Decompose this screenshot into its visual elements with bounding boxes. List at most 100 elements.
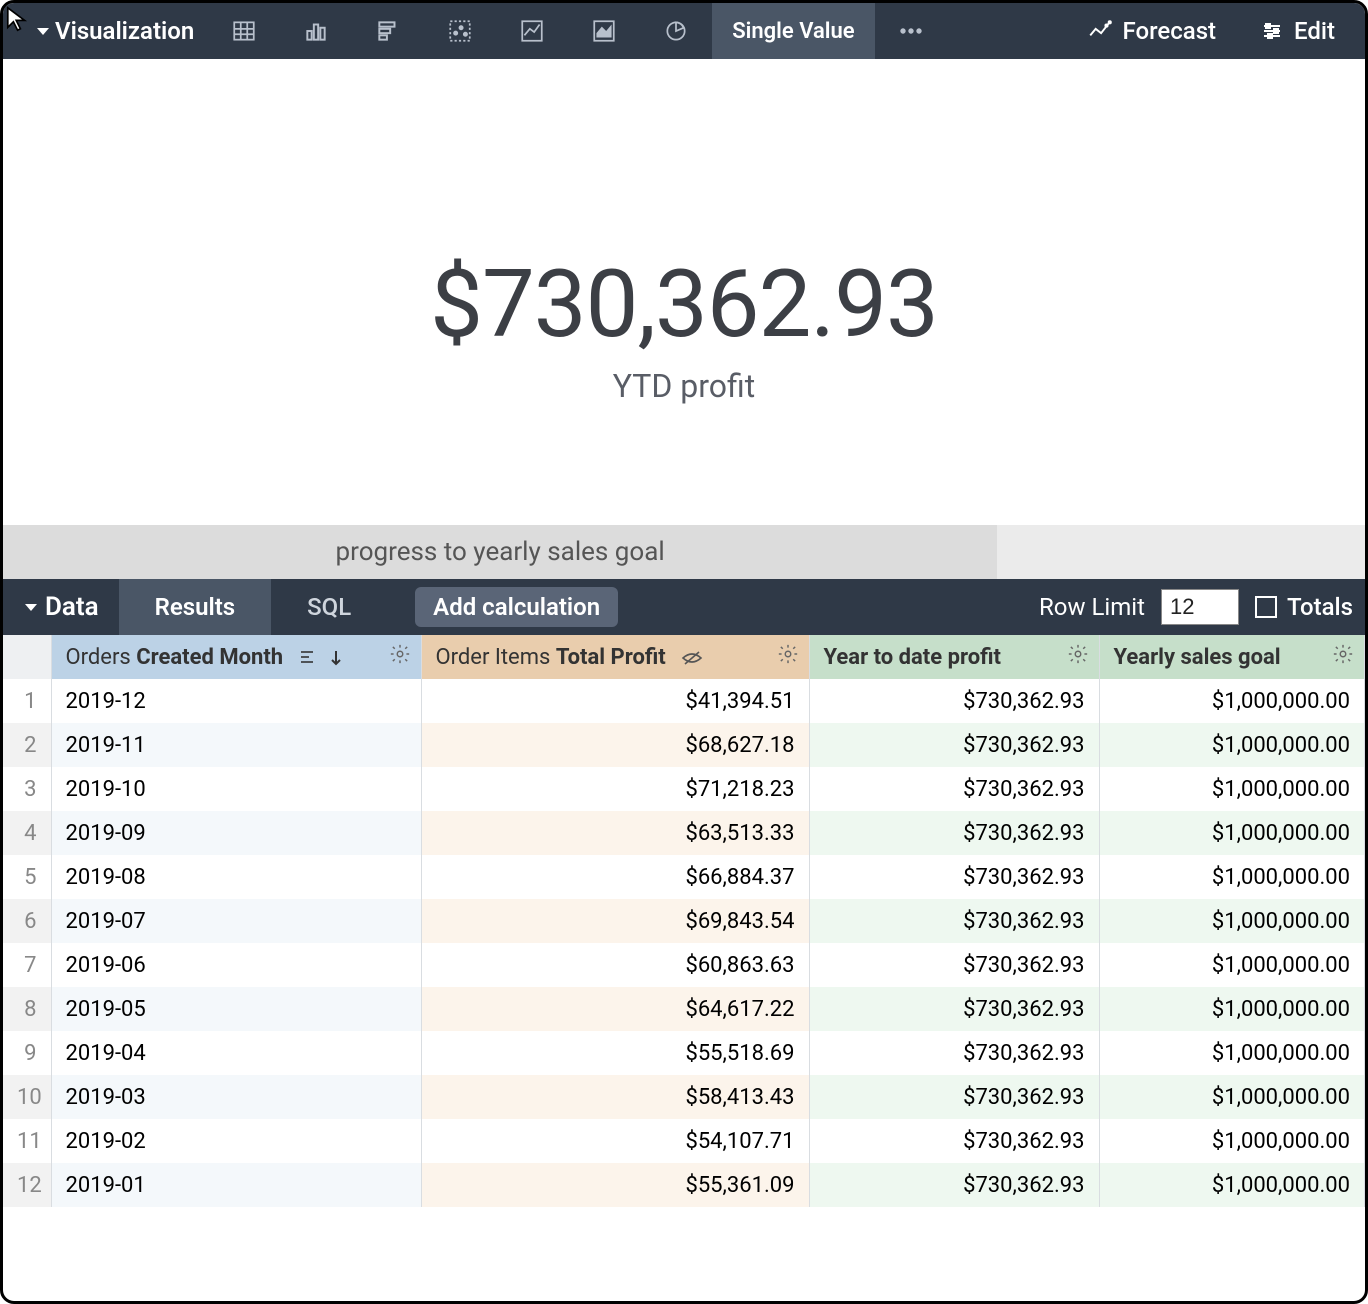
cell-goal: $1,000,000.00 — [1099, 1119, 1365, 1163]
totals-checkbox[interactable] — [1255, 596, 1277, 618]
cell-month: 2019-07 — [51, 899, 421, 943]
data-title-dropdown[interactable]: Data — [15, 592, 119, 622]
table-row[interactable]: 62019-07$69,843.54$730,362.93$1,000,000.… — [3, 899, 1365, 943]
cell-month: 2019-01 — [51, 1163, 421, 1207]
table-row[interactable]: 82019-05$64,617.22$730,362.93$1,000,000.… — [3, 987, 1365, 1031]
cell-goal: $1,000,000.00 — [1099, 767, 1365, 811]
row-index: 8 — [3, 987, 51, 1031]
table-row[interactable]: 12019-12$41,394.51$730,362.93$1,000,000.… — [3, 679, 1365, 723]
edit-button[interactable]: Edit — [1238, 3, 1357, 59]
progress-label: progress to yearly sales goal — [336, 537, 665, 567]
cell-goal: $1,000,000.00 — [1099, 723, 1365, 767]
viz-area-icon[interactable] — [568, 3, 640, 59]
viz-bar-icon[interactable] — [280, 3, 352, 59]
cell-ytd: $730,362.93 — [809, 767, 1099, 811]
cell-ytd: $730,362.93 — [809, 679, 1099, 723]
viz-type-icons: Single Value — [208, 3, 946, 59]
tab-results[interactable]: Results — [119, 579, 272, 635]
data-title: Data — [45, 592, 99, 622]
header-created-month[interactable]: Orders Created Month — [51, 635, 421, 679]
gear-icon[interactable] — [777, 643, 799, 671]
cell-ytd: $730,362.93 — [809, 1031, 1099, 1075]
gear-icon[interactable] — [1067, 643, 1089, 671]
edit-label: Edit — [1294, 17, 1335, 45]
viz-horizontalbar-icon[interactable] — [352, 3, 424, 59]
cell-profit: $66,884.37 — [421, 855, 809, 899]
totals-toggle[interactable]: Totals — [1255, 593, 1353, 621]
hidden-icon[interactable] — [681, 650, 703, 666]
row-limit-input[interactable] — [1161, 589, 1239, 625]
row-index: 5 — [3, 855, 51, 899]
row-index: 12 — [3, 1163, 51, 1207]
table-row[interactable]: 72019-06$60,863.63$730,362.93$1,000,000.… — [3, 943, 1365, 987]
table-row[interactable]: 112019-02$54,107.71$730,362.93$1,000,000… — [3, 1119, 1365, 1163]
cell-month: 2019-04 — [51, 1031, 421, 1075]
mouse-cursor — [5, 5, 33, 40]
viz-more-icon[interactable] — [875, 3, 947, 59]
row-index: 1 — [3, 679, 51, 723]
cell-profit: $41,394.51 — [421, 679, 809, 723]
data-tabs: Results SQL — [119, 579, 388, 635]
dimension-icon — [299, 649, 319, 665]
gear-icon[interactable] — [1332, 643, 1354, 671]
cell-profit: $54,107.71 — [421, 1119, 809, 1163]
cell-goal: $1,000,000.00 — [1099, 899, 1365, 943]
viz-line-icon[interactable] — [496, 3, 568, 59]
table-row[interactable]: 122019-01$55,361.09$730,362.93$1,000,000… — [3, 1163, 1365, 1207]
visualization-toolbar: Visualization — [3, 3, 1365, 59]
header-ytd-profit[interactable]: Year to date profit — [809, 635, 1099, 679]
table-row[interactable]: 22019-11$68,627.18$730,362.93$1,000,000.… — [3, 723, 1365, 767]
viz-pie-icon[interactable] — [640, 3, 712, 59]
cell-month: 2019-10 — [51, 767, 421, 811]
row-index: 10 — [3, 1075, 51, 1119]
row-index: 9 — [3, 1031, 51, 1075]
sort-desc-icon[interactable] — [329, 649, 343, 667]
single-value-number: $730,362.93 — [430, 249, 938, 359]
header-index — [3, 635, 51, 679]
table-row[interactable]: 42019-09$63,513.33$730,362.93$1,000,000.… — [3, 811, 1365, 855]
gear-icon[interactable] — [389, 643, 411, 671]
table-row[interactable]: 102019-03$58,413.43$730,362.93$1,000,000… — [3, 1075, 1365, 1119]
progress-fill: progress to yearly sales goal — [3, 525, 997, 579]
cell-ytd: $730,362.93 — [809, 1075, 1099, 1119]
caret-down-icon — [37, 28, 49, 35]
table-row[interactable]: 52019-08$66,884.37$730,362.93$1,000,000.… — [3, 855, 1365, 899]
cell-month: 2019-08 — [51, 855, 421, 899]
row-index: 7 — [3, 943, 51, 987]
cell-goal: $1,000,000.00 — [1099, 811, 1365, 855]
cell-month: 2019-06 — [51, 943, 421, 987]
add-calculation-button[interactable]: Add calculation — [415, 587, 618, 627]
cell-month: 2019-05 — [51, 987, 421, 1031]
single-value-panel: $730,362.93 YTD profit — [3, 59, 1365, 525]
cell-goal: $1,000,000.00 — [1099, 943, 1365, 987]
forecast-button[interactable]: Forecast — [1065, 3, 1239, 59]
row-index: 3 — [3, 767, 51, 811]
cell-profit: $55,361.09 — [421, 1163, 809, 1207]
table-row[interactable]: 32019-10$71,218.23$730,362.93$1,000,000.… — [3, 767, 1365, 811]
header-yearly-goal[interactable]: Yearly sales goal — [1099, 635, 1365, 679]
cell-profit: $69,843.54 — [421, 899, 809, 943]
cell-month: 2019-02 — [51, 1119, 421, 1163]
data-toolbar: Data Results SQL Add calculation Row Lim… — [3, 579, 1365, 635]
cell-ytd: $730,362.93 — [809, 855, 1099, 899]
cell-ytd: $730,362.93 — [809, 1163, 1099, 1207]
cell-month: 2019-09 — [51, 811, 421, 855]
visualization-title-dropdown[interactable]: Visualization — [11, 17, 208, 45]
cell-month: 2019-03 — [51, 1075, 421, 1119]
row-index: 6 — [3, 899, 51, 943]
header-total-profit[interactable]: Order Items Total Profit — [421, 635, 809, 679]
single-value-label: YTD profit — [613, 367, 755, 405]
data-table: Orders Created Month Order Items Total P… — [3, 635, 1365, 1207]
cell-profit: $64,617.22 — [421, 987, 809, 1031]
visualization-title: Visualization — [55, 17, 194, 45]
forecast-label: Forecast — [1123, 17, 1217, 45]
cell-profit: $55,518.69 — [421, 1031, 809, 1075]
viz-right-tools: Forecast Edit — [1065, 3, 1357, 59]
table-row[interactable]: 92019-04$55,518.69$730,362.93$1,000,000.… — [3, 1031, 1365, 1075]
viz-single-value-tab[interactable]: Single Value — [712, 3, 874, 59]
row-index: 4 — [3, 811, 51, 855]
viz-scatter-icon[interactable] — [424, 3, 496, 59]
tab-sql[interactable]: SQL — [271, 579, 387, 635]
cell-goal: $1,000,000.00 — [1099, 679, 1365, 723]
viz-table-icon[interactable] — [208, 3, 280, 59]
